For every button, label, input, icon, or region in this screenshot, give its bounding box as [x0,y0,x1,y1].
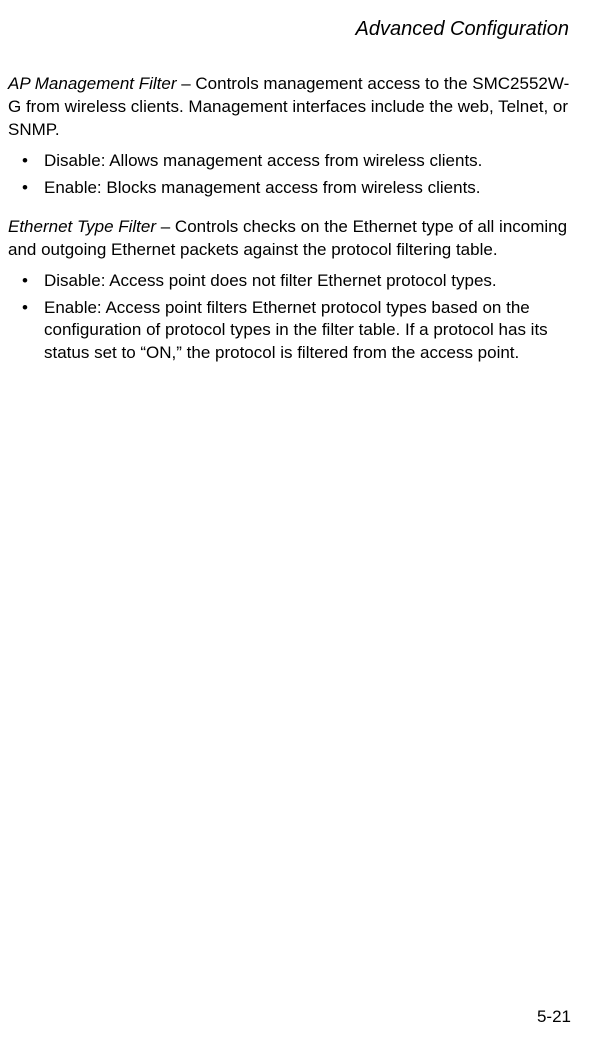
list-item: Disable: Access point does not filter Et… [8,270,575,293]
section-paragraph: Ethernet Type Filter – Controls checks o… [8,216,575,262]
list-item: Enable: Access point filters Ethernet pr… [8,297,575,366]
list-item: Disable: Allows management access from w… [8,150,575,173]
bullet-list-ap: Disable: Allows management access from w… [8,150,575,200]
term-label: Ethernet Type Filter [8,217,156,236]
section-paragraph: AP Management Filter – Controls manageme… [8,73,575,142]
section-ap-management-filter: AP Management Filter – Controls manageme… [8,73,575,200]
page-number: 5-21 [537,1007,571,1027]
section-ethernet-type-filter: Ethernet Type Filter – Controls checks o… [8,216,575,366]
bullet-list-ethernet: Disable: Access point does not filter Et… [8,270,575,366]
page-header: Advanced Configuration [8,18,575,41]
header-title: Advanced Configuration [356,18,569,40]
list-item: Enable: Blocks management access from wi… [8,177,575,200]
term-label: AP Management Filter [8,74,177,93]
